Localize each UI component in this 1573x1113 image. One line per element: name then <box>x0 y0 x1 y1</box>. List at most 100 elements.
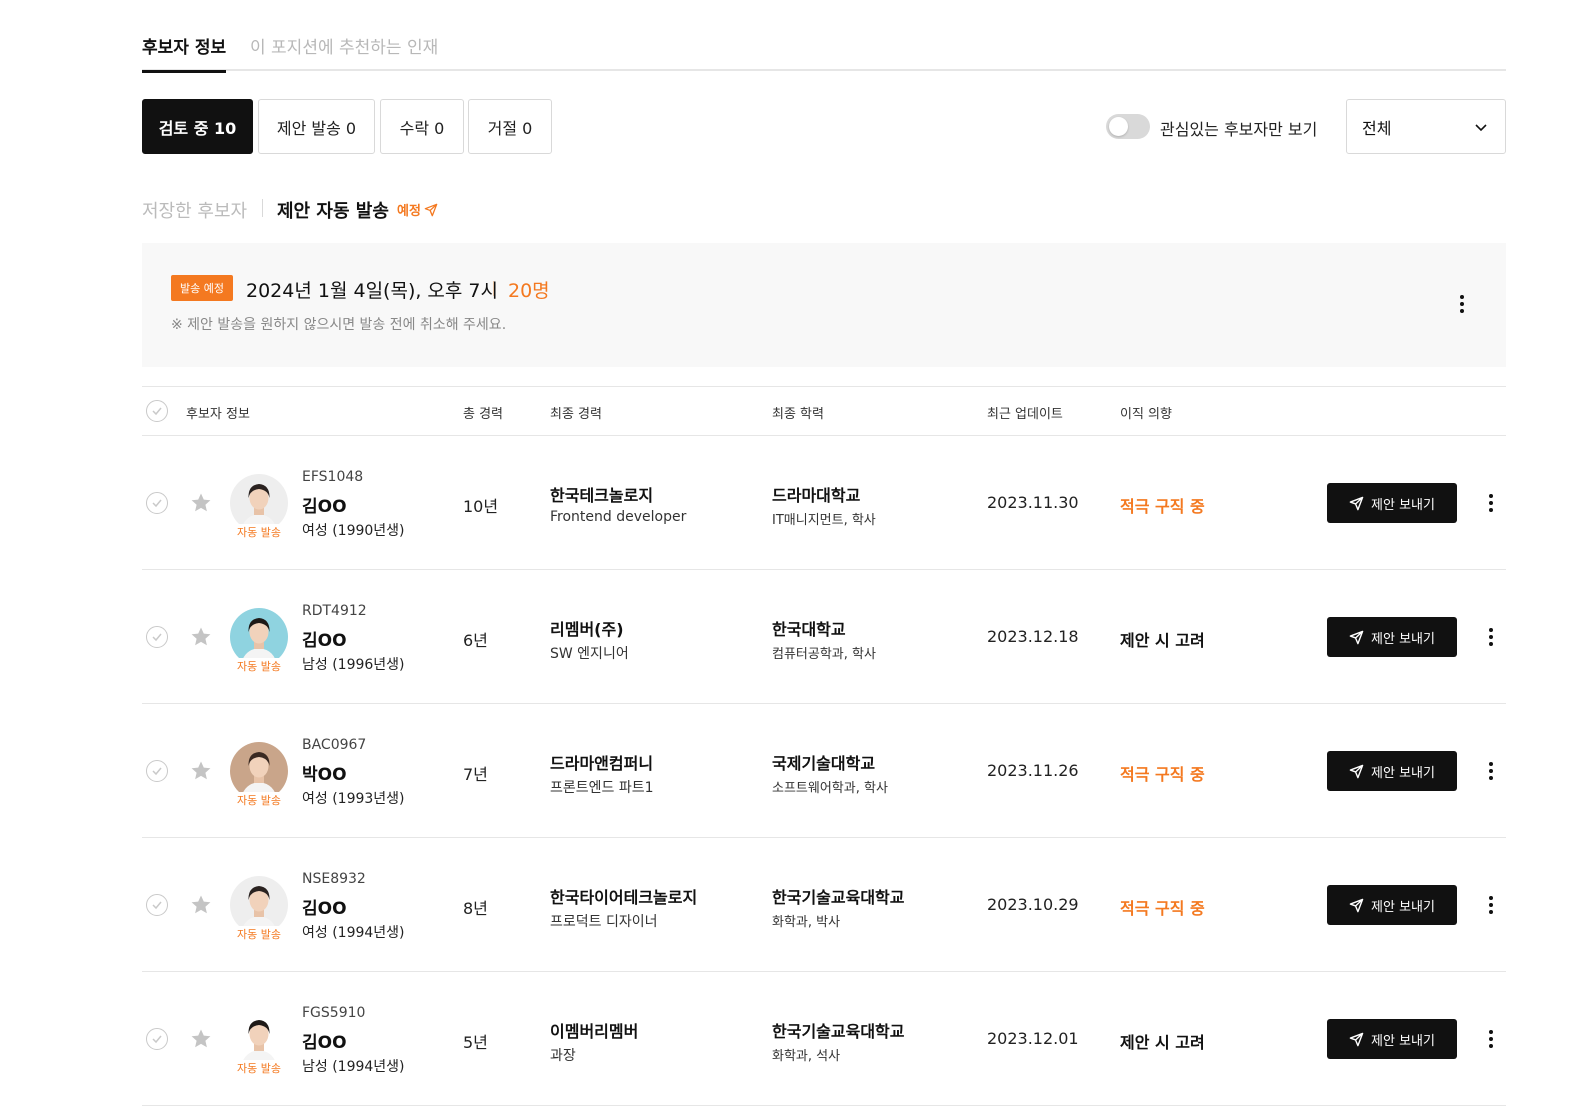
select-all-checkbox[interactable] <box>146 400 168 422</box>
candidate-gender-birth: 여성 (1994년생) <box>302 925 405 941</box>
schedule-banner: 발송 예정 2024년 1월 4일(목), 오후 7시 20명 ※ 제안 발송을… <box>142 243 1506 367</box>
scheduled-count: 20명 <box>508 280 550 302</box>
school: 한국기술교육대학교 <box>772 888 905 907</box>
candidate-gender-birth: 여성 (1990년생) <box>302 523 405 539</box>
table-row: 자동 발송 RDT4912 김OO 남성 (1996년생) 6년 리멤버(주) … <box>142 570 1506 704</box>
row-checkbox[interactable] <box>146 1028 168 1050</box>
status-select[interactable]: 전체 <box>1346 99 1506 154</box>
star-icon[interactable] <box>189 491 213 515</box>
job-intent: 적극 구직 중 <box>1120 765 1205 784</box>
job-intent: 제안 시 고려 <box>1120 631 1205 650</box>
star-icon[interactable] <box>189 1027 213 1051</box>
table-row: 자동 발송 BAC0967 박OO 여성 (1993년생) 7년 드라마앤컴퍼니… <box>142 704 1506 838</box>
interested-only-toggle[interactable] <box>1106 114 1150 139</box>
kebab-menu-icon[interactable] <box>1489 762 1493 780</box>
major-degree: 화학과, 석사 <box>772 1049 841 1064</box>
banner-note: ※ 제안 발송을 원하지 않으시면 발송 전에 취소해 주세요. <box>171 317 507 333</box>
send-proposal-button[interactable]: 제안 보내기 <box>1327 617 1457 657</box>
filter-proposal-sent-button[interactable]: 제안 발송 0 <box>258 99 375 154</box>
job-intent: 적극 구직 중 <box>1120 497 1205 516</box>
last-company: 한국테크놀로지 <box>550 486 654 505</box>
candidate-id: RDT4912 <box>302 603 367 619</box>
row-checkbox[interactable] <box>146 760 168 782</box>
check-icon <box>152 767 162 776</box>
candidate-name[interactable]: 김OO <box>302 894 347 919</box>
subtab-auto-send[interactable]: 제안 자동 발송 <box>277 197 389 223</box>
major-degree: 화학과, 박사 <box>772 915 841 930</box>
send-proposal-label: 제안 보내기 <box>1371 765 1435 781</box>
candidate-name[interactable]: 김OO <box>302 626 347 651</box>
kebab-menu-icon[interactable] <box>1489 628 1493 646</box>
kebab-menu-icon[interactable] <box>1460 295 1464 313</box>
th-last-career: 최종 경력 <box>550 407 602 422</box>
send-proposal-button[interactable]: 제안 보내기 <box>1327 483 1457 523</box>
auto-send-tag: 자동 발송 <box>230 1060 288 1077</box>
last-role: 프로덕트 디자이너 <box>550 914 658 930</box>
last-company: 드라마앤컴퍼니 <box>550 754 654 773</box>
paper-plane-icon <box>1349 898 1364 912</box>
major-degree: 컴퓨터공학과, 학사 <box>772 647 876 662</box>
row-checkbox[interactable] <box>146 894 168 916</box>
kebab-menu-icon[interactable] <box>1489 1030 1493 1048</box>
paper-plane-icon <box>1349 764 1364 778</box>
th-intent: 이직 의향 <box>1120 407 1172 422</box>
filter-reviewing-button[interactable]: 검토 중 10 <box>142 99 253 154</box>
candidate-name[interactable]: 박OO <box>302 760 347 785</box>
send-proposal-button[interactable]: 제안 보내기 <box>1327 751 1457 791</box>
status-select-value: 전체 <box>1362 118 1392 138</box>
candidate-id: NSE8932 <box>302 871 366 887</box>
last-role: 프론트엔드 파트1 <box>550 780 654 796</box>
school: 한국기술교육대학교 <box>772 1022 905 1041</box>
check-icon <box>152 1035 162 1044</box>
star-icon[interactable] <box>189 625 213 649</box>
send-proposal-label: 제안 보내기 <box>1371 497 1435 513</box>
th-candidate: 후보자 정보 <box>186 407 250 422</box>
paper-plane-icon <box>424 203 438 216</box>
auto-send-tag: 자동 발송 <box>230 926 288 943</box>
last-role: SW 엔지니어 <box>550 646 629 662</box>
last-updated: 2023.12.18 <box>987 627 1079 646</box>
scheduled-badge: 예정 <box>397 200 438 219</box>
star-icon[interactable] <box>189 759 213 783</box>
filter-rejected-button[interactable]: 거절 0 <box>468 99 552 154</box>
school: 한국대학교 <box>772 620 846 639</box>
kebab-menu-icon[interactable] <box>1489 896 1493 914</box>
last-updated: 2023.12.01 <box>987 1029 1079 1048</box>
row-checkbox[interactable] <box>146 492 168 514</box>
filter-accepted-button[interactable]: 수락 0 <box>380 99 464 154</box>
th-updated: 최근 업데이트 <box>987 407 1063 422</box>
interested-only-label: 관심있는 후보자만 보기 <box>1160 120 1318 139</box>
check-icon <box>152 407 162 416</box>
tab-candidate-info[interactable]: 후보자 정보 <box>142 33 227 73</box>
table-row: 자동 발송 FGS5910 김OO 남성 (1994년생) 5년 이멤버리멤버 … <box>142 972 1506 1106</box>
check-icon <box>152 901 162 910</box>
table-row: 자동 발송 EFS1048 김OO 여성 (1990년생) 10년 한국테크놀로… <box>142 436 1506 570</box>
major-degree: 소프트웨어학과, 학사 <box>772 781 888 796</box>
subtab-saved-candidates[interactable]: 저장한 후보자 <box>142 197 247 223</box>
auto-send-tag: 자동 발송 <box>230 658 288 675</box>
auto-send-tag: 자동 발송 <box>230 524 288 541</box>
last-updated: 2023.11.30 <box>987 493 1079 512</box>
kebab-menu-icon[interactable] <box>1489 494 1493 512</box>
candidate-id: EFS1048 <box>302 469 364 485</box>
toggle-knob <box>1109 117 1128 136</box>
candidate-gender-birth: 남성 (1994년생) <box>302 1059 405 1075</box>
auto-send-tag: 자동 발송 <box>230 792 288 809</box>
check-icon <box>152 633 162 642</box>
star-icon[interactable] <box>189 893 213 917</box>
th-years: 총 경력 <box>463 407 504 422</box>
candidate-id: FGS5910 <box>302 1005 366 1021</box>
th-education: 최종 학력 <box>772 407 824 422</box>
candidate-name[interactable]: 김OO <box>302 1028 347 1053</box>
total-years: 7년 <box>463 765 488 784</box>
send-proposal-button[interactable]: 제안 보내기 <box>1327 1019 1457 1059</box>
tab-recommended-talent[interactable]: 이 포지션에 추천하는 인재 <box>250 33 438 58</box>
last-updated: 2023.10.29 <box>987 895 1079 914</box>
candidate-name[interactable]: 김OO <box>302 492 347 517</box>
last-updated: 2023.11.26 <box>987 761 1079 780</box>
paper-plane-icon <box>1349 1032 1364 1046</box>
total-years: 6년 <box>463 631 488 650</box>
send-proposal-button[interactable]: 제안 보내기 <box>1327 885 1457 925</box>
candidate-gender-birth: 남성 (1996년생) <box>302 657 405 673</box>
row-checkbox[interactable] <box>146 626 168 648</box>
